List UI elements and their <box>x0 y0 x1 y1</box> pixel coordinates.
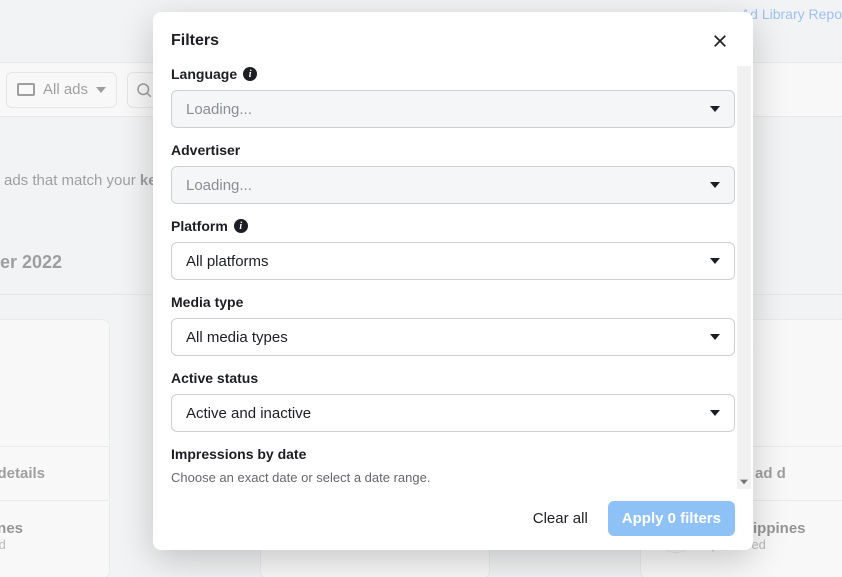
select-value: Loading... <box>186 101 252 118</box>
chevron-down-icon <box>710 334 720 340</box>
filter-label: Language i <box>171 66 735 82</box>
advertiser-select[interactable]: Loading... <box>171 166 735 204</box>
info-icon[interactable]: i <box>243 67 257 81</box>
modal-header: Filters <box>153 12 753 66</box>
platform-select[interactable]: All platforms <box>171 242 735 280</box>
select-value: All platforms <box>186 253 269 270</box>
scrollbar-track[interactable] <box>737 66 751 480</box>
clear-all-button[interactable]: Clear all <box>533 510 588 527</box>
filter-group-active-status: Active status Active and inactive <box>171 370 735 432</box>
info-icon[interactable]: i <box>234 219 248 233</box>
filter-group-advertiser: Advertiser Loading... <box>171 142 735 204</box>
modal-footer: Clear all Apply 0 filters <box>153 489 753 550</box>
scrollbar[interactable] <box>737 66 751 489</box>
filter-label: Active status <box>171 370 735 386</box>
filter-group-media: Media type All media types <box>171 294 735 356</box>
scrollbar-down-button[interactable] <box>737 475 751 489</box>
chevron-down-icon <box>710 410 720 416</box>
filter-label: Platform i <box>171 218 735 234</box>
filters-modal: Filters Language i Loading... <box>153 12 753 550</box>
filter-group-platform: Platform i All platforms <box>171 218 735 280</box>
filter-group-impressions: Impressions by date Choose an exact date… <box>171 446 735 485</box>
chevron-down-icon <box>710 106 720 112</box>
active-status-select[interactable]: Active and inactive <box>171 394 735 432</box>
language-select[interactable]: Loading... <box>171 90 735 128</box>
select-value: All media types <box>186 329 288 346</box>
select-value: Loading... <box>186 177 252 194</box>
page-root: Ad Library Repo All ads ads that match y… <box>0 0 842 577</box>
close-button[interactable] <box>705 26 735 56</box>
chevron-down-icon <box>740 478 748 486</box>
media-type-select[interactable]: All media types <box>171 318 735 356</box>
close-icon <box>711 32 729 50</box>
chevron-down-icon <box>710 182 720 188</box>
chevron-down-icon <box>710 258 720 264</box>
filter-label: Impressions by date <box>171 446 735 462</box>
filter-hint: Choose an exact date or select a date ra… <box>171 470 735 485</box>
select-value: Active and inactive <box>186 405 311 422</box>
filter-group-language: Language i Loading... <box>171 66 735 128</box>
filter-label: Media type <box>171 294 735 310</box>
modal-title: Filters <box>171 32 219 50</box>
apply-filters-button[interactable]: Apply 0 filters <box>608 501 735 536</box>
filter-label: Advertiser <box>171 142 735 158</box>
modal-body: Language i Loading... Advertiser Loading… <box>153 66 753 489</box>
